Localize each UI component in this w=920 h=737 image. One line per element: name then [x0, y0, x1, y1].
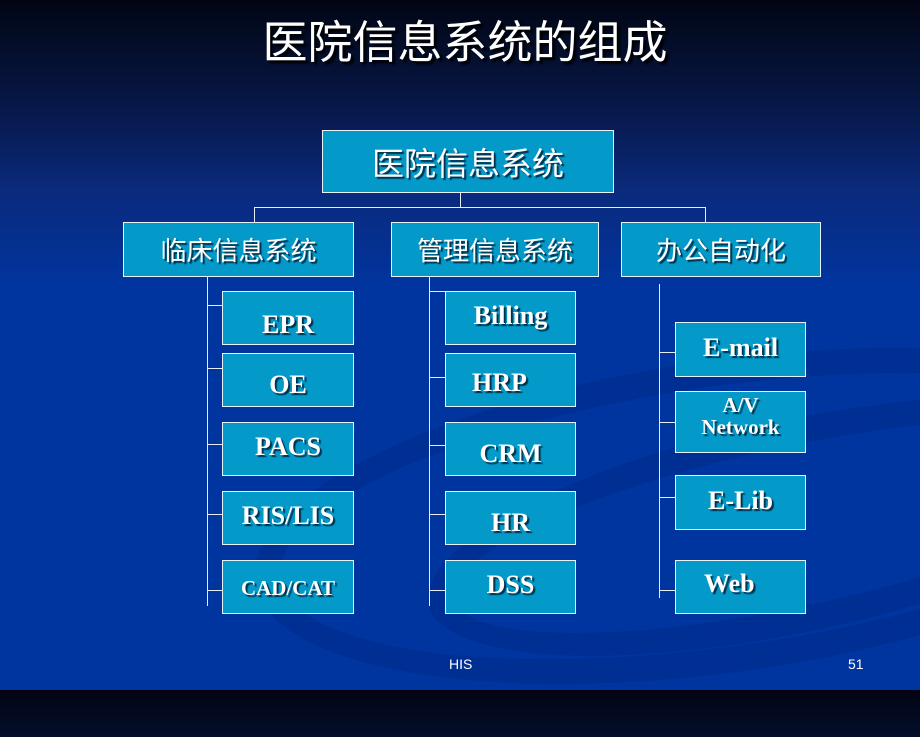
- child-node-elib: E-Lib: [675, 475, 806, 530]
- child-node-billing: Billing: [445, 291, 576, 345]
- child-node-ris-lis: RIS/LIS: [222, 491, 354, 545]
- child-node-pacs: PACS: [222, 422, 354, 476]
- child-node-epr: EPR: [222, 291, 354, 345]
- child-node-label: A/V Network: [701, 393, 780, 439]
- child-node-label: Web: [704, 569, 755, 598]
- connector-management-tick: [429, 291, 445, 292]
- root-node-label: 医院信息系统: [371, 144, 564, 183]
- connector-office-trunk: [659, 284, 660, 598]
- connector-management-tick: [429, 377, 445, 378]
- connector-clinical-tick: [207, 368, 222, 369]
- branch-node-label: 管理信息系统: [416, 237, 573, 267]
- branch-node-office: 办公自动化: [621, 222, 821, 277]
- child-node-av-network: A/V Network: [675, 391, 806, 453]
- child-node-label: HRP: [472, 368, 527, 397]
- child-node-oe: OE: [222, 353, 354, 407]
- child-node-dss: DSS: [445, 560, 576, 614]
- branch-node-clinical: 临床信息系统: [123, 222, 354, 277]
- child-node-label: E-Lib: [707, 485, 774, 515]
- branch-node-management: 管理信息系统: [391, 222, 599, 277]
- connector-clinical-trunk: [207, 277, 208, 606]
- page-number: 51: [848, 656, 864, 672]
- child-node-label: PACS: [255, 432, 321, 461]
- child-node-label: E-mail: [702, 332, 779, 362]
- slide-title: 医院信息系统的组成: [262, 16, 668, 69]
- child-node-web: Web: [675, 560, 806, 614]
- connector-office-tick: [659, 497, 675, 498]
- child-node-label: CRM: [479, 439, 542, 468]
- child-node-label: EPR: [262, 310, 314, 339]
- child-node-label: DSS: [486, 570, 535, 599]
- connector-root-down: [460, 192, 461, 207]
- child-node-label: OE: [269, 370, 307, 399]
- connector-clinical-tick: [207, 305, 222, 306]
- child-node-email: E-mail: [675, 322, 806, 377]
- connector-office-tick: [659, 422, 675, 423]
- footer-text: HIS: [449, 656, 473, 672]
- child-node-label: Billing: [473, 301, 548, 330]
- child-node-hr: HR: [445, 491, 576, 545]
- connector-management-tick: [429, 590, 445, 591]
- connector-branch-1: [254, 207, 255, 222]
- child-node-crm: CRM: [445, 422, 576, 476]
- branch-node-label: 临床信息系统: [160, 237, 317, 267]
- connector-branch-bar: [254, 207, 706, 208]
- connector-clinical-tick: [207, 514, 222, 515]
- connector-clinical-tick: [207, 444, 222, 445]
- connector-branch-3: [705, 207, 706, 222]
- child-node-label: CAD/CAT: [240, 575, 336, 600]
- root-node: 医院信息系统: [322, 130, 614, 193]
- connector-management-tick: [429, 514, 445, 515]
- connector-clinical-tick: [207, 590, 222, 591]
- child-node-label: HR: [491, 508, 530, 537]
- child-node-label: RIS/LIS: [241, 501, 335, 530]
- branch-node-label: 办公自动化: [655, 237, 786, 267]
- child-node-cad-cat: CAD/CAT: [222, 560, 354, 614]
- child-node-hrp: HRP: [445, 353, 576, 407]
- connector-office-tick: [659, 352, 675, 353]
- connector-management-trunk: [429, 277, 430, 606]
- connector-management-tick: [429, 445, 445, 446]
